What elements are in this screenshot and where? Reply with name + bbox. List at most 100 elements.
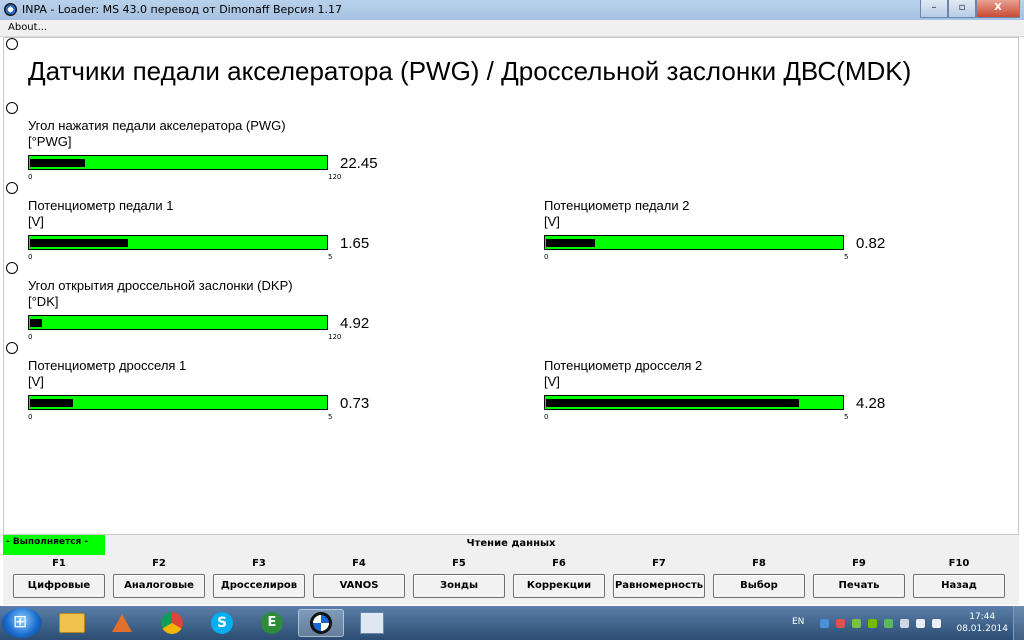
- main-panel: Датчики педали акселератора (PWG) / Дрос…: [3, 37, 1019, 535]
- meter-bar: [28, 395, 328, 410]
- fkey-label-f8: F8: [752, 558, 766, 569]
- network-icon[interactable]: [820, 619, 829, 628]
- minimize-button[interactable]: –: [920, 0, 948, 18]
- radio-option-2[interactable]: [6, 102, 18, 114]
- fkey-label-f4: F4: [352, 558, 366, 569]
- paint-icon[interactable]: [350, 609, 394, 637]
- chrome-icon[interactable]: [150, 609, 194, 637]
- fkey-label-f7: F7: [652, 558, 666, 569]
- battery-icon[interactable]: [900, 619, 909, 628]
- meter-label: Потенциометр дросселя 1: [28, 358, 187, 373]
- fkey-label-f2: F2: [152, 558, 166, 569]
- show-desktop-button[interactable]: [1013, 606, 1024, 640]
- f8-select-button[interactable]: Выбор: [713, 574, 805, 598]
- volume-icon[interactable]: [932, 619, 941, 628]
- meter-unit: [V]: [544, 214, 560, 229]
- meter-unit: [°DK]: [28, 294, 59, 309]
- meter-label: Угол открытия дроссельной заслонки (DKP): [28, 278, 293, 293]
- meter-label: Потенциометр дросселя 2: [544, 358, 703, 373]
- radio-option-1[interactable]: [6, 38, 18, 50]
- bmw-inpa-icon[interactable]: [298, 609, 344, 637]
- start-button[interactable]: [2, 608, 42, 638]
- clock-time: 17:44: [969, 612, 996, 622]
- meter-throttle-pot-2: Потенциометр дросселя 2 [V] 4.28 0 5: [544, 358, 924, 448]
- meter-fill: [30, 239, 128, 247]
- radio-option-4[interactable]: [6, 262, 18, 274]
- skype-icon[interactable]: S: [200, 609, 244, 637]
- fkey-label-f6: F6: [552, 558, 566, 569]
- meter-value: 4.28: [856, 395, 886, 412]
- meter-min: 0: [28, 173, 33, 181]
- meter-bar: [28, 315, 328, 330]
- language-indicator[interactable]: EN: [792, 617, 804, 627]
- fkey-label-f10: F10: [948, 558, 970, 569]
- meter-max: 5: [328, 253, 333, 261]
- meter-bar: [544, 235, 844, 250]
- meter-max: 120: [328, 173, 342, 181]
- meter-min: 0: [28, 253, 33, 261]
- meter-unit: [V]: [544, 374, 560, 389]
- clock-date: 08.01.2014: [956, 624, 1008, 634]
- fkey-label-f5: F5: [452, 558, 466, 569]
- fkey-label-f3: F3: [252, 558, 266, 569]
- meter-min: 0: [28, 413, 33, 421]
- meter-unit: [V]: [28, 374, 44, 389]
- system-tray: EN 17:44 08.01.2014: [784, 606, 1024, 640]
- f4-vanos-button[interactable]: VANOS: [313, 574, 405, 598]
- close-button[interactable]: X: [976, 0, 1020, 18]
- meter-label: Потенциометр педали 2: [544, 198, 690, 213]
- tray-app-icon-3[interactable]: [884, 619, 893, 628]
- fkey-label-f9: F9: [852, 558, 866, 569]
- running-indicator: - Выполняется -: [3, 535, 105, 555]
- f6-corrections-button[interactable]: Коррекции: [513, 574, 605, 598]
- meter-unit: [°PWG]: [28, 134, 72, 149]
- matlab-icon[interactable]: [100, 609, 144, 637]
- meter-max: 5: [328, 413, 333, 421]
- meter-pedal-pot-2: Потенциометр педали 2 [V] 0.82 0 5: [544, 198, 924, 288]
- page-title: Датчики педали акселератора (PWG) / Дрос…: [28, 56, 912, 86]
- function-key-bar: F1 Цифровые F2 Аналоговые F3 Дросселиров…: [3, 555, 1019, 605]
- meter-min: 0: [544, 413, 549, 421]
- meter-dkp-angle: Угол открытия дроссельной заслонки (DKP)…: [28, 278, 408, 368]
- meter-label: Потенциометр педали 1: [28, 198, 174, 213]
- meter-unit: [V]: [28, 214, 44, 229]
- e-app-icon[interactable]: E: [250, 609, 294, 637]
- meter-max: 5: [844, 253, 849, 261]
- meter-max: 120: [328, 333, 342, 341]
- system-clock[interactable]: 17:44 08.01.2014: [956, 611, 1008, 635]
- f1-digital-button[interactable]: Цифровые: [13, 574, 105, 598]
- f2-analog-button[interactable]: Аналоговые: [113, 574, 205, 598]
- signal-icon[interactable]: [916, 619, 925, 628]
- f9-print-button[interactable]: Печать: [813, 574, 905, 598]
- status-bar: Чтение данных - Выполняется -: [3, 535, 1019, 555]
- radio-option-3[interactable]: [6, 182, 18, 194]
- meter-throttle-pot-1: Потенциометр дросселя 1 [V] 0.73 0 5: [28, 358, 408, 448]
- windows-taskbar: S E EN 17:44 08.01.2014: [0, 606, 1024, 640]
- meter-value: 1.65: [340, 235, 370, 252]
- meter-bar: [28, 235, 328, 250]
- meter-fill: [30, 319, 42, 327]
- file-explorer-icon[interactable]: [50, 609, 94, 637]
- meter-pwg-angle: Угол нажатия педали акселератора (PWG) […: [28, 118, 408, 208]
- f7-smoothness-button[interactable]: Равномерность: [613, 574, 705, 598]
- tray-app-icon[interactable]: [836, 619, 845, 628]
- meter-min: 0: [544, 253, 549, 261]
- f10-back-button[interactable]: Назад: [913, 574, 1005, 598]
- f3-throttle-button[interactable]: Дросселиров: [213, 574, 305, 598]
- meter-value: 0.82: [856, 235, 886, 252]
- meter-label: Угол нажатия педали акселератора (PWG): [28, 118, 286, 133]
- menu-bar: About...: [0, 20, 1024, 37]
- f5-probes-button[interactable]: Зонды: [413, 574, 505, 598]
- meter-fill: [30, 159, 85, 167]
- window-title-bar[interactable]: INPA - Loader: MS 43.0 перевод от Dimona…: [0, 0, 1024, 21]
- meter-value: 22.45: [340, 155, 378, 172]
- maximize-button[interactable]: ▫: [948, 0, 976, 18]
- nvidia-icon[interactable]: [868, 619, 877, 628]
- radio-option-5[interactable]: [6, 342, 18, 354]
- meter-fill: [546, 239, 595, 247]
- meter-fill: [30, 399, 73, 407]
- meter-min: 0: [28, 333, 33, 341]
- tray-app-icon-2[interactable]: [852, 619, 861, 628]
- menu-about[interactable]: About...: [8, 22, 47, 33]
- meter-bar: [544, 395, 844, 410]
